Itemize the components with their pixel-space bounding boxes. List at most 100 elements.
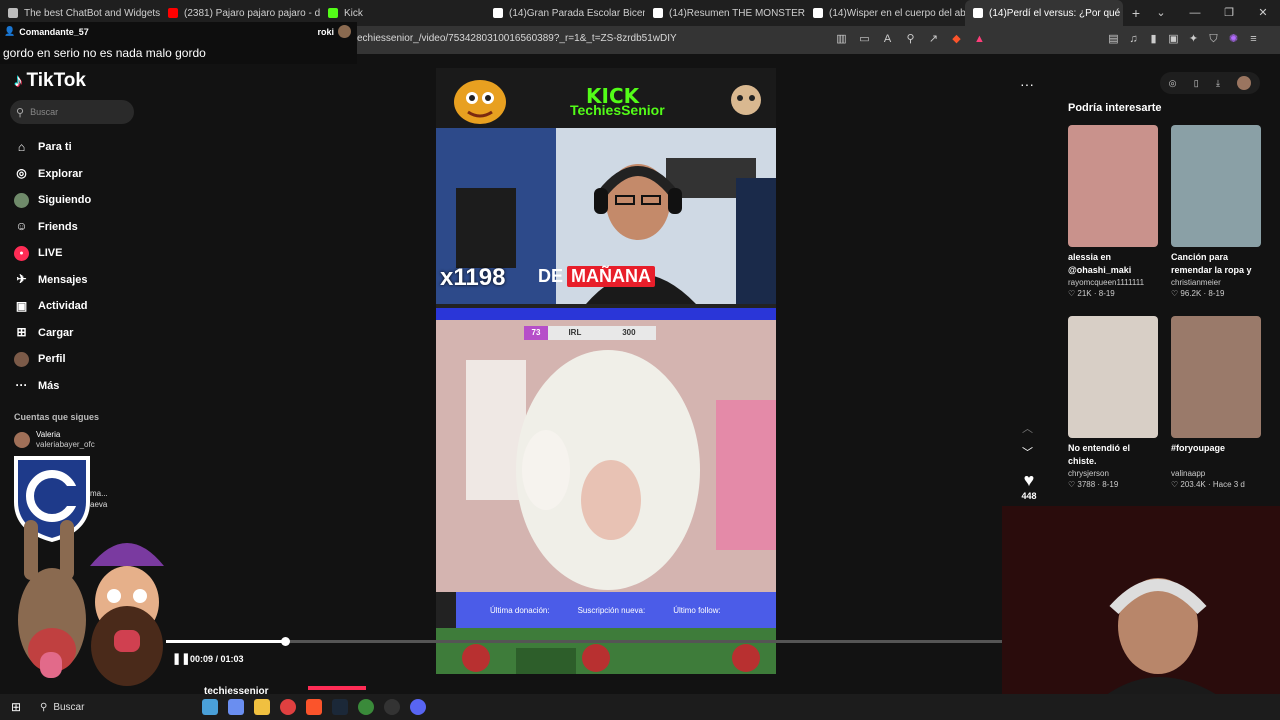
following-account[interactable]: Valeria valeriabayer_ofc [14,430,95,450]
tiktok-favicon-icon [813,8,823,18]
video-player[interactable]: KICK TechiesSenior x1198 DE MAÑANA 73 IR… [436,68,776,674]
steam-icon[interactable] [332,699,348,715]
xbox-icon[interactable] [358,699,374,715]
live-icon: ● [14,245,29,261]
zoom-icon[interactable]: ⚲ [903,32,918,47]
search-input[interactable] [30,107,121,117]
video-progress-bar[interactable] [166,637,1002,646]
video-thumbnail[interactable] [1171,125,1261,247]
recommended-card[interactable]: No entendió el chiste. #barbaramo... chr… [1068,316,1158,489]
obs-icon[interactable] [384,699,400,715]
brave-icon[interactable] [306,699,322,715]
close-window-icon[interactable]: ✕ [1246,0,1280,26]
video-thumbnail[interactable] [1068,125,1158,247]
sidebar-item-explorar[interactable]: ◎ Explorar [14,161,91,188]
logo-text: TikTok [26,70,86,91]
leo-icon[interactable]: ✺ [1226,32,1241,47]
download-icon[interactable]: ⤓ [1216,78,1220,89]
brave-shield-icon[interactable]: ◆ [949,32,964,47]
vpn-icon[interactable]: ⛉ [1206,32,1221,47]
card-meta: ♡ 21K · 8-19 [1068,289,1115,298]
following-account-partial[interactable]: ma... aeva [90,488,108,510]
tab-label: The best ChatBot and Widgets for K [24,7,160,19]
screen-icon[interactable]: ▭ [857,32,872,47]
tab-tiktok-parada[interactable]: (14)Gran Parada Escolar Bicentenario [485,0,645,26]
tab-label: (14)Wisper en el cuerpo del abuelo c [829,7,965,19]
card-user: valinaapp [1171,469,1206,478]
wallet-icon[interactable]: ▣ [1166,32,1181,47]
menu-icon[interactable]: ≡ [1246,32,1261,47]
url-field[interactable]: echiessenior_/video/7534280310016560389?… [357,33,677,44]
tab-tiktok-active[interactable]: (14)Perdí el versus: ¿Por qué ✕ [965,0,1123,26]
stream-overlay-bar: 73 IRL 300 [524,326,656,340]
compass-icon[interactable]: ◎ [1169,78,1177,89]
like-count: 448 [1021,491,1037,501]
reader-icon[interactable]: ▥ [834,32,849,47]
sidebar-item-label: Para ti [38,141,72,154]
extensions-icon[interactable]: ✦ [1186,32,1201,47]
donation-label-3: Último follow: [673,605,721,615]
chrome-icon[interactable] [280,699,296,715]
sidebar-item-mas[interactable]: ··· Más [14,373,91,400]
tab-label: (14)Gran Parada Escolar Bicentenario [509,7,645,19]
sidebar-item-friends[interactable]: ☺ Friends [14,214,91,241]
donation-label-2: Suscripción nueva: [577,605,646,615]
panel-icon[interactable]: ▮ [1146,32,1161,47]
next-video-icon[interactable]: ﹀ [1022,444,1033,460]
card-title: No entendió el chiste. #barbaramo... [1068,443,1131,466]
maximize-icon[interactable]: ❐ [1212,0,1246,26]
sidebar-item-siguiendo[interactable]: Siguiendo [14,187,91,214]
copilot-icon[interactable] [228,699,244,715]
like-button[interactable]: ♥ 448 [1018,470,1040,501]
sidebar-item-label: Perfil [38,353,66,366]
following-name: Valeria [36,430,61,439]
windows-start-icon[interactable]: ⊞ [0,700,32,714]
card-meta: ♡ 96.2K · 8-19 [1171,289,1225,298]
file-explorer-icon[interactable] [254,699,270,715]
overlay-value-left: 73 [524,326,548,340]
pause-icon[interactable]: ❚❚ [172,652,190,665]
recommended-card[interactable]: #foryoupage valinaapp ♡ 203.4K · Hace 3 … [1171,316,1261,489]
translate-icon[interactable]: A [880,32,895,47]
more-options-icon[interactable]: ··· [1020,76,1034,92]
widgets-icon[interactable] [202,699,218,715]
following-icon [14,192,29,208]
sidebar-item-perfil[interactable]: Perfil [14,346,91,373]
chat-username-text: Comandante_57 [19,26,89,37]
search-icon: ⚲ [40,701,48,713]
rewards-icon[interactable]: ▲ [972,32,987,47]
overlay-value-mid: IRL [568,328,582,337]
tab-tiktok-monster[interactable]: (14)Resumen THE MONSTER VS PSY [645,0,805,26]
sidebar-item-label: Mensajes [38,273,88,286]
tiktok-favicon-icon [493,8,503,18]
sidebar-toggle-icon[interactable]: ▤ [1106,32,1121,47]
kick-banner: KICK TechiesSenior [436,68,776,128]
avatar[interactable] [1237,76,1252,90]
sidebar-item-cargar[interactable]: ⊞ Cargar [14,320,91,347]
minimize-icon[interactable]: — [1178,0,1212,26]
taskbar-apps [202,699,426,715]
follow-button[interactable] [308,686,366,690]
sidebar-item-para-ti[interactable]: ⌂ Para ti [14,134,91,161]
sidebar-item-mensajes[interactable]: ✈ Mensajes [14,267,91,294]
recommended-card[interactable]: Canción para remendar la ropa y ... chri… [1171,125,1261,298]
share-icon[interactable]: ↗ [926,32,941,47]
scene-divider [436,308,776,320]
mascot-icon [454,80,506,124]
video-thumbnail[interactable] [1171,316,1261,438]
sidebar-item-live[interactable]: ● LIVE [14,240,91,267]
discord-icon[interactable] [410,699,426,715]
donation-label-1: Última donación: [490,605,550,615]
tiktok-logo[interactable]: ♪ TikTok [14,70,86,92]
previous-video-icon[interactable]: ︿ [1022,420,1033,436]
dropdown-icon[interactable]: ⌄ [1144,0,1178,26]
sidebar-item-actividad[interactable]: ▣ Actividad [14,293,91,320]
phone-icon[interactable]: ▯ [1194,78,1199,89]
following-handle: valeriabayer_ofc [36,440,95,449]
heart-icon: ♥ [1023,470,1035,490]
taskbar-search[interactable]: ⚲ Buscar [32,702,162,713]
video-thumbnail[interactable] [1068,316,1158,438]
recommended-card[interactable]: alessia en @ohashi_maki rayomcqueen11111… [1068,125,1158,298]
music-icon[interactable]: ♫ [1126,32,1141,47]
tab-tiktok-wisper[interactable]: (14)Wisper en el cuerpo del abuelo c [805,0,965,26]
